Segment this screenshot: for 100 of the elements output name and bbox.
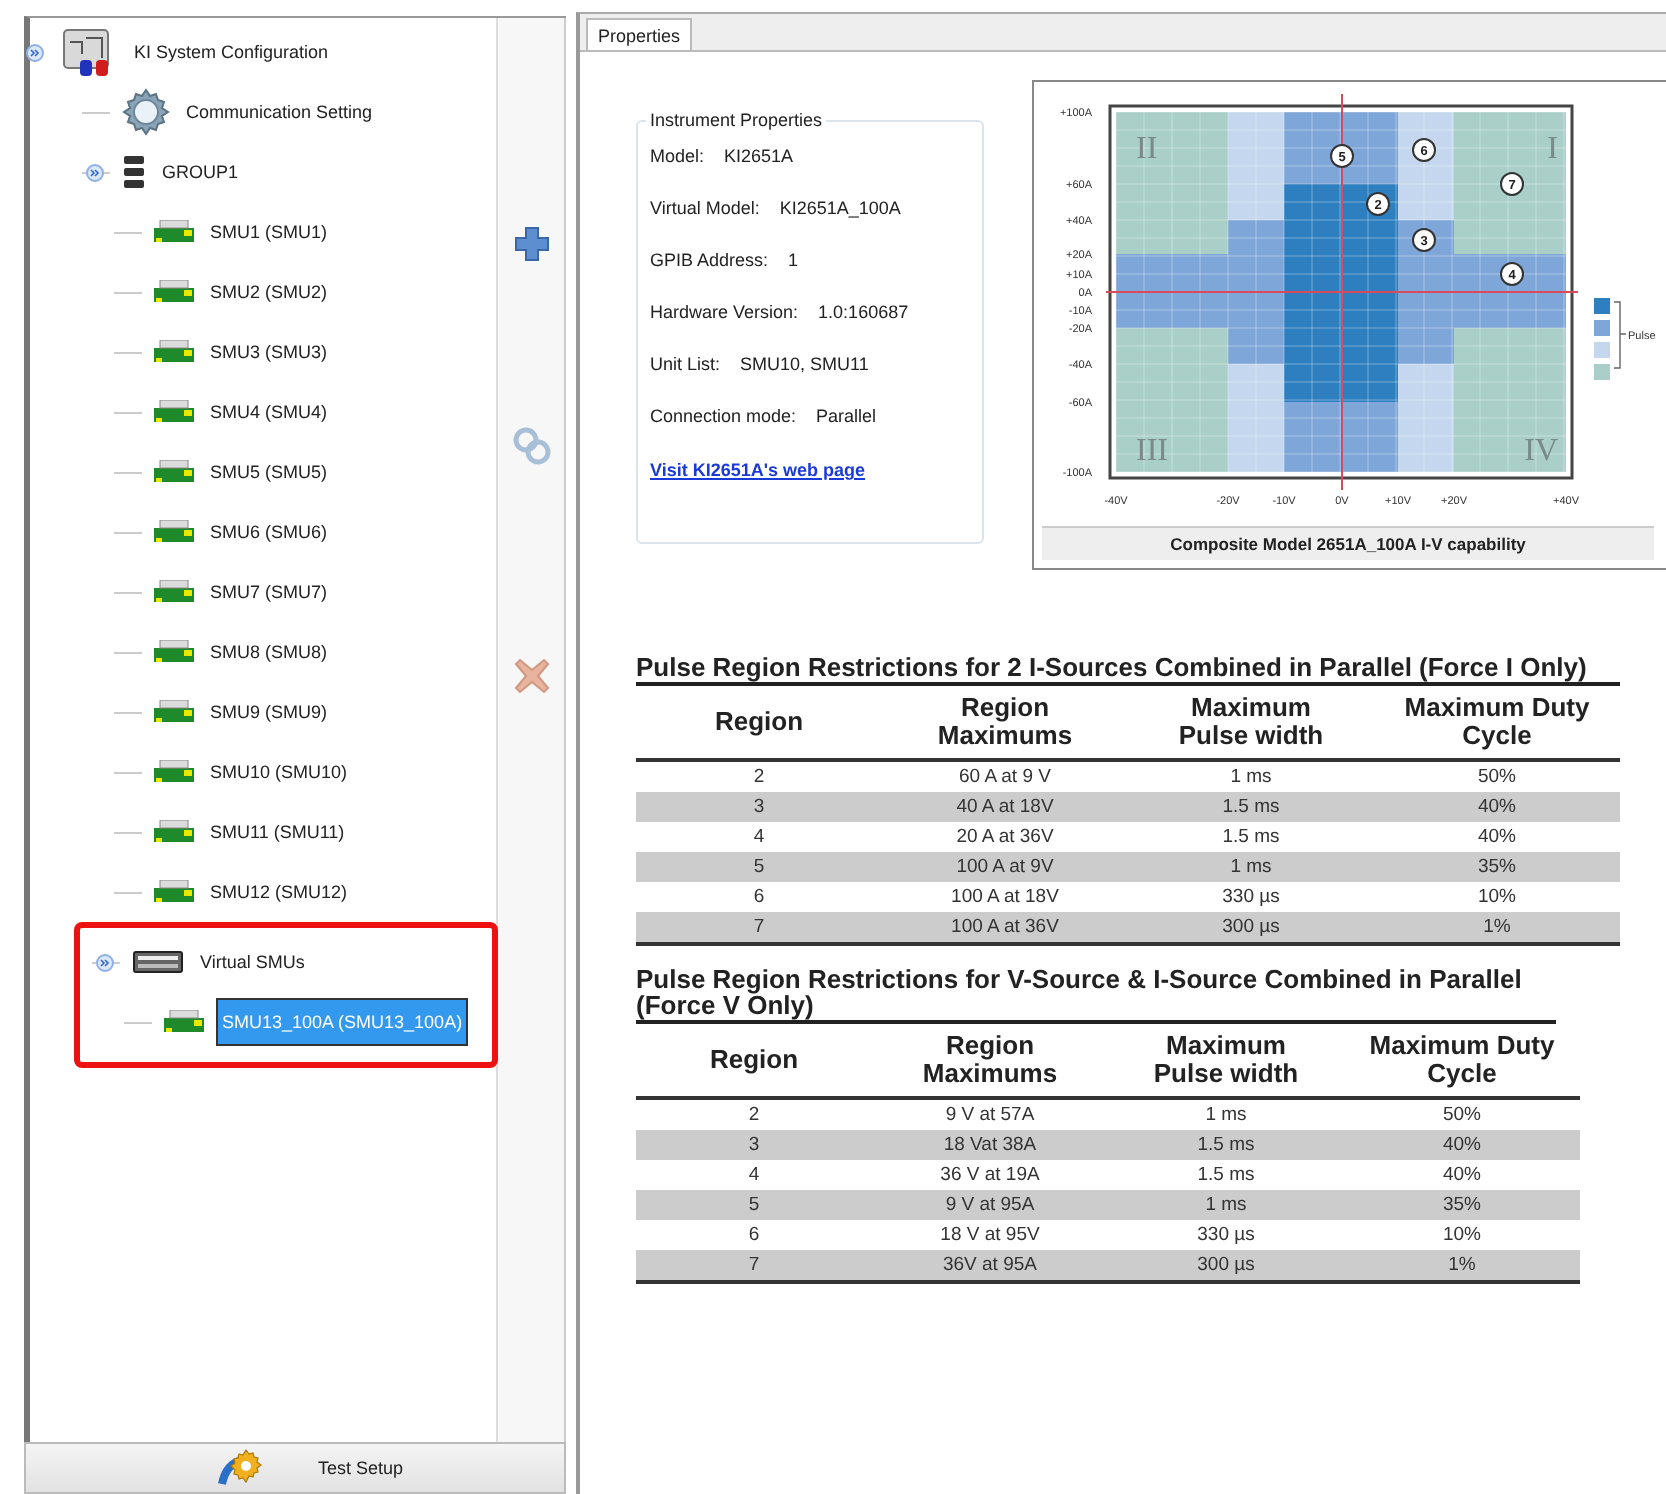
server-stack-icon	[122, 154, 146, 190]
table-cell: 36 V at 19A	[872, 1160, 1108, 1190]
circuit-board-icon	[154, 460, 194, 484]
property-value: 1.0:160687	[818, 302, 909, 322]
table-cell: 7	[636, 1250, 872, 1282]
legend-bracket	[1613, 301, 1627, 369]
tree-item[interactable]: SMU6 (SMU6)	[206, 516, 332, 548]
table-cell: 1.5 ms	[1128, 792, 1374, 822]
tree-item[interactable]: SMU11 (SMU11)	[206, 816, 349, 848]
tree-item[interactable]: Communication Setting	[182, 96, 377, 128]
table-cell: 9 V at 95A	[872, 1190, 1108, 1220]
column-header: Region Maximums	[920, 1032, 1060, 1088]
table-cell: 35%	[1374, 852, 1620, 882]
table-cell: 10%	[1344, 1220, 1580, 1250]
property-value: Parallel	[816, 406, 877, 426]
rack-unit-icon	[132, 950, 184, 974]
tree-item[interactable]: SMU5 (SMU5)	[206, 456, 332, 488]
table-cell: 2	[636, 1098, 872, 1130]
table-cell: 18 Vat 38A	[872, 1130, 1108, 1160]
gear-icon	[122, 88, 170, 136]
table-cell: 100 A at 9V	[882, 852, 1128, 882]
expander-icon[interactable]	[86, 163, 104, 181]
table-cell: 7	[636, 912, 882, 944]
tree-item[interactable]: SMU9 (SMU9)	[206, 696, 332, 728]
expander-icon[interactable]	[26, 43, 44, 61]
circuit-board-icon	[154, 580, 194, 604]
tree-item[interactable]: SMU2 (SMU2)	[206, 276, 332, 308]
table-cell: 5	[636, 1190, 872, 1220]
circuit-board-icon	[154, 340, 194, 364]
tree-item[interactable]: SMU3 (SMU3)	[206, 336, 332, 368]
table-cell: 3	[636, 792, 882, 822]
table-cell: 9 V at 57A	[872, 1098, 1108, 1130]
add-icon[interactable]	[513, 226, 549, 262]
table-cell: 50%	[1374, 760, 1620, 792]
circuit-board-icon	[154, 400, 194, 424]
test-setup-button[interactable]: Test Setup	[24, 1442, 566, 1494]
circuit-board-icon	[154, 640, 194, 664]
column-header: Maximum Duty Cycle	[1367, 1032, 1557, 1088]
property-label: Model:	[650, 146, 705, 166]
table-cell: 1 ms	[1108, 1098, 1344, 1130]
circuit-board-icon	[154, 880, 194, 904]
circuit-board-icon	[154, 520, 194, 544]
table-cell: 6	[636, 882, 882, 912]
column-header: Maximum Pulse width	[1176, 694, 1326, 750]
property-value: KI2651A_100A	[779, 198, 901, 218]
quadrant-label: I	[1547, 132, 1558, 166]
table-cell: 50%	[1344, 1098, 1580, 1130]
column-header: Maximum Pulse width	[1151, 1032, 1301, 1088]
tree-item[interactable]: SMU12 (SMU12)	[206, 876, 352, 908]
tree-item[interactable]: Virtual SMUs	[196, 946, 309, 978]
tree-item[interactable]: KI System Configuration	[130, 36, 333, 68]
property-label: Hardware Version:	[650, 302, 799, 322]
table-cell: 1.5 ms	[1128, 822, 1374, 852]
tree-item[interactable]: SMU10 (SMU10)	[206, 756, 352, 788]
table-cell: 40%	[1374, 822, 1620, 852]
table-title: Pulse Region Restrictions for 2 I-Sources Combined in Parallel (Force I Only)	[636, 654, 1620, 686]
table-cell: 40%	[1374, 792, 1620, 822]
expander-icon[interactable]	[96, 953, 114, 971]
table-cell: 40 A at 18V	[882, 792, 1128, 822]
table-cell: 5	[636, 852, 882, 882]
property-label: Unit List:	[650, 354, 721, 374]
table-cell: 18 V at 95V	[872, 1220, 1108, 1250]
circuit-board-icon	[154, 280, 194, 304]
table-cell: 300 µs	[1108, 1250, 1344, 1282]
table-cell: 4	[636, 822, 882, 852]
tree-item[interactable]: SMU1 (SMU1)	[206, 216, 332, 248]
column-header: Region	[709, 1046, 799, 1074]
tree-item[interactable]: SMU8 (SMU8)	[206, 636, 332, 668]
property-label: Virtual Model:	[650, 198, 760, 218]
table-cell: 1%	[1374, 912, 1620, 944]
properties-tab[interactable]: Properties	[586, 18, 693, 50]
table-cell: 1.5 ms	[1108, 1130, 1344, 1160]
table-cell: 330 µs	[1128, 882, 1374, 912]
circuit-board-icon	[164, 1010, 204, 1034]
table-cell: 40%	[1344, 1130, 1580, 1160]
table-cell: 3	[636, 1130, 872, 1160]
tree-item[interactable]: GROUP1	[158, 156, 243, 188]
table-cell: 330 µs	[1108, 1220, 1344, 1250]
table-cell: 1%	[1344, 1250, 1580, 1282]
table-title: Pulse Region Restrictions for V-Source & I-Source Combined in Parallel (Force V Only)	[636, 966, 1556, 1024]
table-cell: 100 A at 36V	[882, 912, 1128, 944]
property-value: 1	[788, 250, 799, 270]
column-header: Maximum Duty Cycle	[1402, 694, 1592, 750]
table-cell: 6	[636, 1220, 872, 1250]
group-title: Instrument Properties	[646, 110, 827, 130]
column-header: Region Maximums	[935, 694, 1075, 750]
tree-item[interactable]: SMU7 (SMU7)	[206, 576, 332, 608]
web-page-link[interactable]: Visit KI2651A's web page	[650, 460, 866, 480]
table-cell: 20 A at 36V	[882, 822, 1128, 852]
table-cell: 100 A at 18V	[882, 882, 1128, 912]
quadrant-label: II	[1136, 132, 1158, 166]
property-label: Connection mode:	[650, 406, 797, 426]
circuit-board-icon	[154, 820, 194, 844]
table-cell: 1.5 ms	[1108, 1160, 1344, 1190]
table-cell: 1 ms	[1128, 760, 1374, 792]
circuit-board-icon	[154, 700, 194, 724]
table-cell: 300 µs	[1128, 912, 1374, 944]
table-cell: 1 ms	[1128, 852, 1374, 882]
tree-item[interactable]: SMU4 (SMU4)	[206, 396, 332, 428]
property-value: SMU10, SMU11	[740, 354, 869, 374]
